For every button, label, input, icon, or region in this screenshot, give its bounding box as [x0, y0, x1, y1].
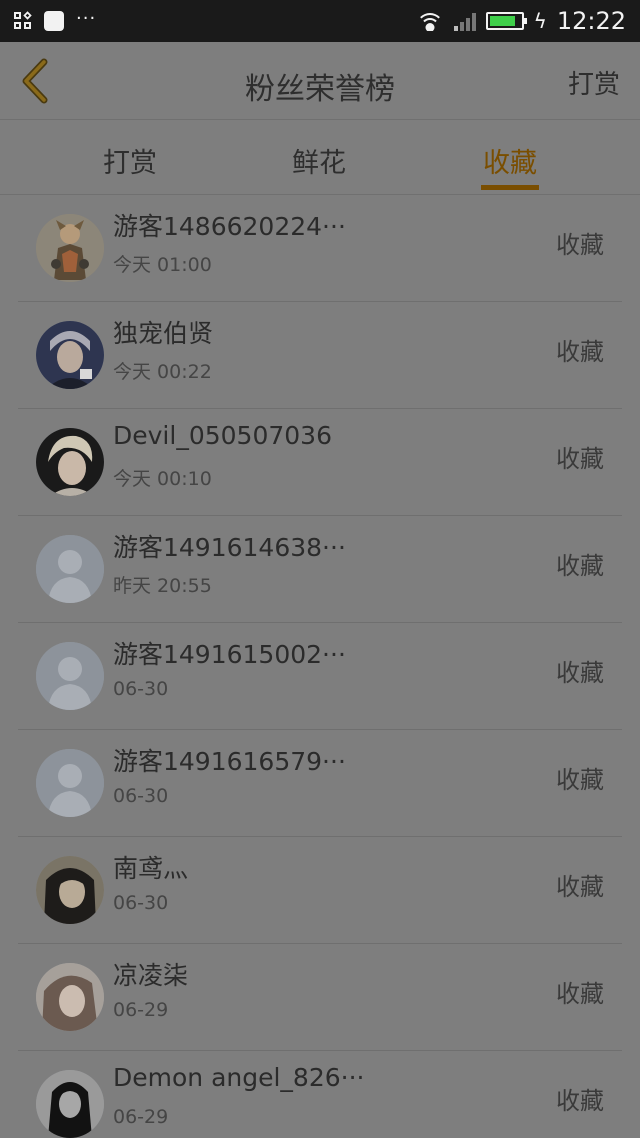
avatar: [36, 963, 104, 1031]
fan-name: Devil_050507036: [113, 421, 332, 450]
battery-icon: [485, 12, 527, 30]
list-item[interactable]: Demon angel_826··· 06-29 收藏: [0, 1051, 640, 1138]
app-header: 粉丝荣誉榜 打赏: [0, 42, 640, 120]
fan-name: Demon angel_826···: [113, 1063, 365, 1092]
avatar: [36, 214, 104, 282]
status-right: ϟ 12:22: [415, 0, 626, 42]
fan-time: 06-29: [113, 1106, 169, 1128]
fan-list: 游客1486620224··· 今天 01:00 收藏 独宠伯贤 今天 00:2…: [0, 195, 640, 1138]
list-item[interactable]: 南鸢灬 06-30 收藏: [0, 837, 640, 944]
fan-name: 游客1486620224···: [113, 212, 346, 241]
list-item[interactable]: Devil_050507036 今天 00:10 收藏: [0, 409, 640, 516]
default-avatar-icon: [36, 749, 104, 817]
wifi-icon: [415, 11, 444, 31]
reward-button[interactable]: 打赏: [568, 64, 620, 101]
favorite-label: 收藏: [556, 659, 604, 687]
favorite-label: 收藏: [556, 338, 604, 366]
tab-bar: 打赏 鲜花 收藏: [0, 121, 640, 195]
favorite-label: 收藏: [556, 231, 604, 259]
status-time: 12:22: [556, 7, 626, 35]
fan-time: 06-30: [113, 785, 169, 807]
fan-time: 06-30: [113, 892, 169, 914]
signal-icon: [453, 11, 476, 31]
favorite-label: 收藏: [556, 445, 604, 473]
avatar: [36, 1070, 104, 1138]
list-item[interactable]: 游客1491614638··· 昨天 20:55 收藏: [0, 516, 640, 623]
favorite-label: 收藏: [556, 980, 604, 1008]
list-item[interactable]: 游客1491616579··· 06-30 收藏: [0, 730, 640, 837]
fan-name: 凉凌柒: [113, 961, 189, 990]
app-grid-icon: [14, 11, 32, 30]
default-avatar-icon: [36, 642, 104, 710]
fan-name: 游客1491616579···: [113, 747, 346, 776]
fan-name: 游客1491615002···: [113, 640, 346, 669]
avatar: [36, 856, 104, 924]
favorite-label: 收藏: [556, 766, 604, 794]
fan-name: 游客1491614638···: [113, 533, 346, 562]
active-tab-indicator: [481, 185, 539, 190]
list-item[interactable]: 游客1486620224··· 今天 01:00 收藏: [0, 195, 640, 302]
tab-reward[interactable]: 打赏: [70, 141, 190, 180]
fan-name: 独宠伯贤: [113, 319, 214, 348]
list-item[interactable]: 独宠伯贤 今天 00:22 收藏: [0, 302, 640, 409]
more-notifications-icon: ···: [76, 7, 97, 29]
fan-name: 南鸢灬: [113, 854, 189, 883]
status-bar: ··· ϟ 12:22: [0, 0, 640, 42]
avatar: [36, 321, 104, 389]
notification-square-icon: [44, 11, 64, 31]
fan-time: 06-30: [113, 678, 169, 700]
favorite-label: 收藏: [556, 873, 604, 901]
fan-time: 今天 00:10: [113, 468, 212, 490]
favorite-label: 收藏: [556, 1087, 604, 1115]
page-title: 粉丝荣誉榜: [245, 72, 395, 107]
tab-flowers[interactable]: 鲜花: [259, 141, 379, 180]
tab-favorites[interactable]: 收藏: [450, 141, 570, 180]
avatar: [36, 428, 104, 496]
charging-icon: ϟ: [533, 9, 547, 33]
list-item[interactable]: 游客1491615002··· 06-30 收藏: [0, 623, 640, 730]
list-item[interactable]: 凉凌柒 06-29 收藏: [0, 944, 640, 1051]
default-avatar-icon: [36, 535, 104, 603]
fan-time: 06-29: [113, 999, 169, 1021]
fan-time: 今天 01:00: [113, 254, 212, 276]
fan-time: 昨天 20:55: [113, 575, 212, 597]
favorite-label: 收藏: [556, 552, 604, 580]
fan-time: 今天 00:22: [113, 361, 212, 383]
battery-level: [489, 16, 516, 26]
status-left: ···: [14, 0, 96, 42]
